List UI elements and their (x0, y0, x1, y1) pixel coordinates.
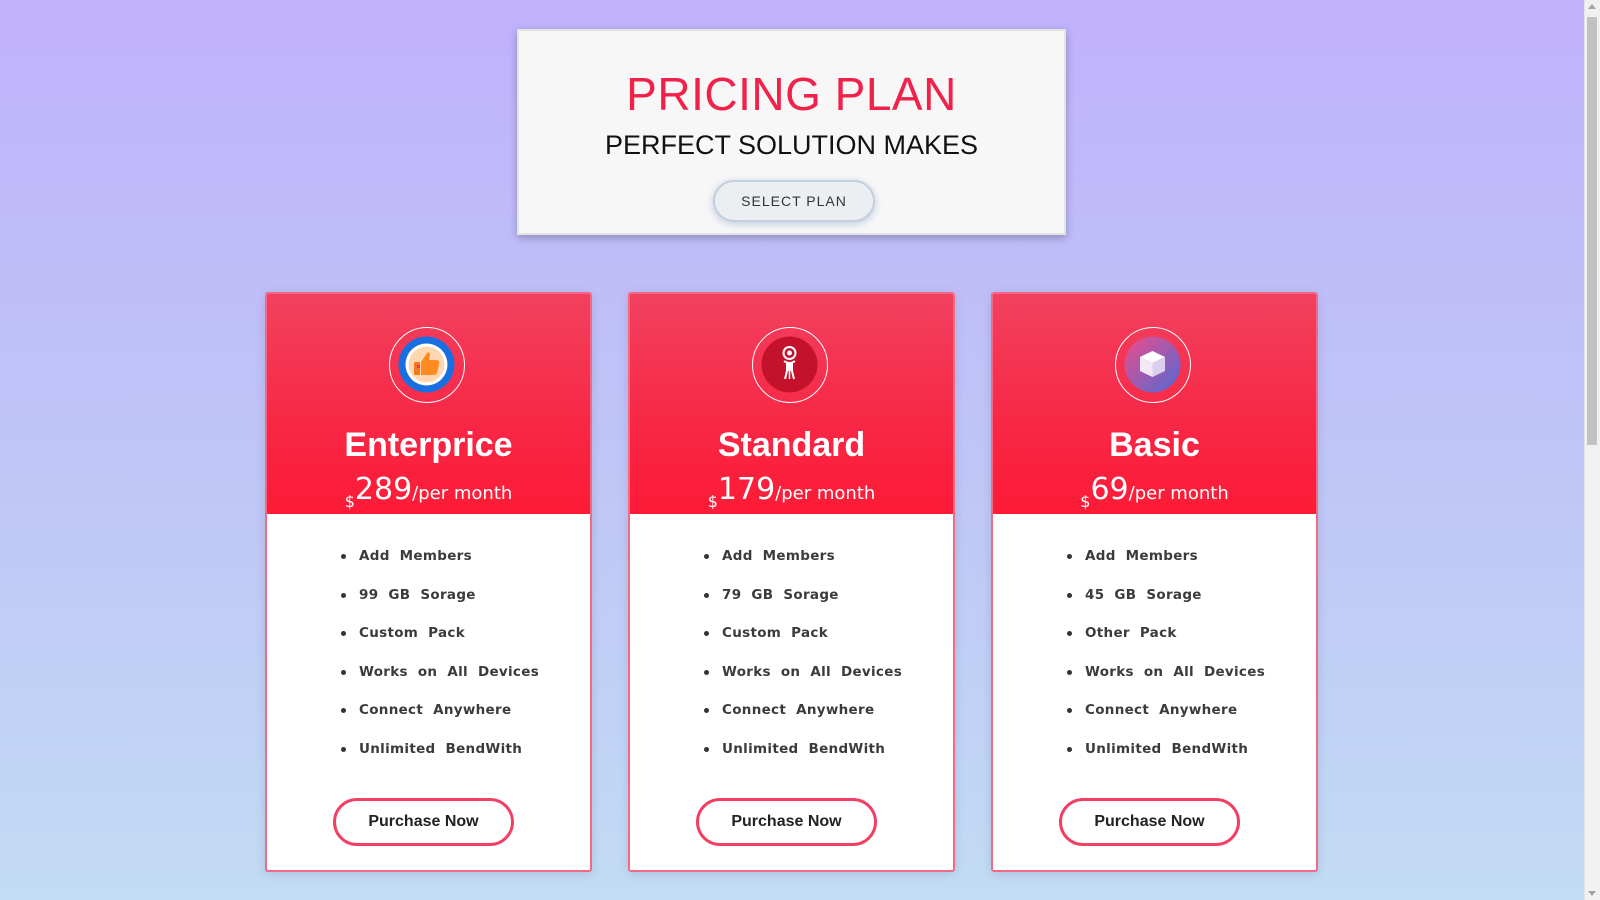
price-period: /per month (1128, 483, 1229, 504)
plan-price: $179/per month (630, 472, 953, 511)
vertical-scrollbar[interactable] (1584, 0, 1600, 900)
list-item: Unlimited BendWith (341, 740, 539, 779)
cube-icon (1115, 327, 1191, 403)
feature-list: Add Members 99 GB Sorage Custom Pack Wor… (341, 547, 539, 778)
price-amount: 69 (1090, 472, 1129, 507)
scroll-up-arrow-icon[interactable] (1588, 4, 1596, 9)
page: PRICING PLAN PERFECT SOLUTION MAKES SELE… (0, 0, 1584, 900)
list-item: 79 GB Sorage (704, 586, 902, 625)
pricing-card-enterprice: Enterprice $289/per month Add Members 99… (265, 292, 592, 872)
list-item: 99 GB Sorage (341, 586, 539, 625)
list-item: Other Pack (1067, 624, 1265, 663)
astronaut-icon (752, 327, 828, 403)
price-period: /per month (412, 483, 513, 504)
list-item: Custom Pack (341, 624, 539, 663)
list-item: Add Members (704, 547, 902, 586)
plan-name: Standard (717, 426, 866, 464)
price-period: /per month (775, 483, 876, 504)
scrollbar-thumb[interactable] (1587, 17, 1597, 445)
currency-symbol: $ (707, 492, 718, 511)
list-item: Works on All Devices (1067, 663, 1265, 702)
list-item: Add Members (1067, 547, 1265, 586)
feature-list: Add Members 79 GB Sorage Custom Pack Wor… (704, 547, 902, 778)
list-item: Connect Anywhere (704, 701, 902, 740)
card-header: Basic $69/per month (993, 294, 1316, 514)
list-item: Custom Pack (704, 624, 902, 663)
thumbs-up-icon (389, 327, 465, 403)
list-item: Unlimited BendWith (1067, 740, 1265, 779)
currency-symbol: $ (1080, 492, 1091, 511)
price-amount: 289 (354, 472, 413, 507)
purchase-now-button[interactable]: Purchase Now (1059, 798, 1240, 846)
plan-price: $69/per month (993, 472, 1316, 511)
list-item: Add Members (341, 547, 539, 586)
select-plan-button[interactable]: SELECT PLAN (713, 180, 875, 222)
feature-list: Add Members 45 GB Sorage Other Pack Work… (1067, 547, 1265, 778)
plan-name: Enterprice (344, 426, 513, 464)
page-title: PRICING PLAN (626, 68, 957, 120)
purchase-now-button[interactable]: Purchase Now (333, 798, 514, 846)
hero-panel: PRICING PLAN PERFECT SOLUTION MAKES SELE… (517, 29, 1066, 235)
list-item: Works on All Devices (341, 663, 539, 702)
list-item: Works on All Devices (704, 663, 902, 702)
plan-name: Basic (1109, 426, 1200, 464)
card-header: Standard $179/per month (630, 294, 953, 514)
price-amount: 179 (717, 472, 776, 507)
page-subtitle: PERFECT SOLUTION MAKES (604, 130, 979, 160)
card-header: Enterprice $289/per month (267, 294, 590, 514)
list-item: Connect Anywhere (341, 701, 539, 740)
purchase-now-button[interactable]: Purchase Now (696, 798, 877, 846)
list-item: Unlimited BendWith (704, 740, 902, 779)
pricing-card-standard: Standard $179/per month Add Members 79 G… (628, 292, 955, 872)
scroll-down-arrow-icon[interactable] (1588, 891, 1596, 896)
list-item: Connect Anywhere (1067, 701, 1265, 740)
plan-price: $289/per month (267, 472, 590, 511)
currency-symbol: $ (344, 492, 355, 511)
pricing-card-basic: Basic $69/per month Add Members 45 GB So… (991, 292, 1318, 872)
list-item: 45 GB Sorage (1067, 586, 1265, 625)
